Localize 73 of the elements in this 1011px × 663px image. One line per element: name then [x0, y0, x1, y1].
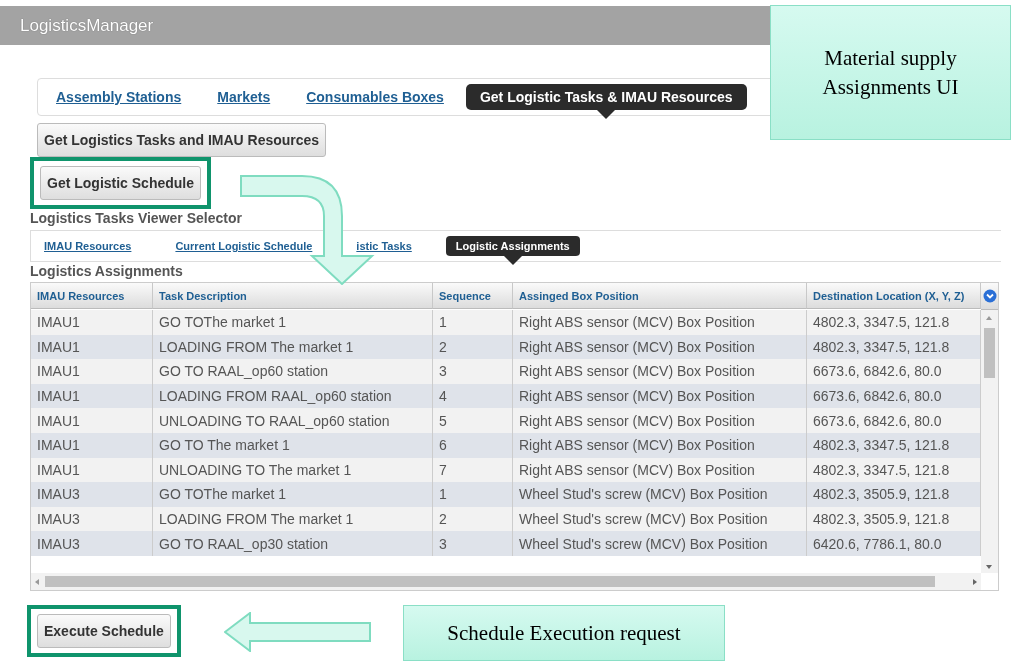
callout-note: Material supply Assignments UI [770, 5, 1011, 140]
tab[interactable]: Markets [217, 89, 271, 105]
tab-pointer [503, 256, 522, 265]
table-cell: IMAU1 [31, 359, 153, 384]
get-schedule-button[interactable]: Get Logistic Schedule [40, 166, 202, 200]
table-cell: GO TOThe market 1 [153, 482, 433, 507]
table-cell: LOADING FROM The market 1 [153, 506, 433, 532]
table-cell: 4802.3, 3347.5, 121.8 [807, 457, 981, 483]
table-cell: IMAU1 [31, 310, 153, 335]
table-cell: GO TO RAAL_op30 station [153, 531, 433, 556]
column-header[interactable]: IMAU Resources [31, 283, 153, 309]
column-header[interactable]: Sequence [433, 283, 513, 309]
table-cell: 3 [433, 531, 513, 556]
tab[interactable]: istic Tasks [356, 240, 412, 252]
execute-button[interactable]: Execute Schedule [37, 614, 171, 648]
table-cell: Right ABS sensor (MCV) Box Position [513, 432, 807, 458]
column-header[interactable]: Destination Location (X, Y, Z) [807, 283, 981, 309]
table-cell: LOADING FROM The market 1 [153, 334, 433, 360]
table-cell: 4802.3, 3347.5, 121.8 [807, 432, 981, 458]
table-cell: Right ABS sensor (MCV) Box Position [513, 359, 807, 384]
table-cell: IMAU1 [31, 457, 153, 483]
table-cell: GO TO RAAL_op60 station [153, 359, 433, 384]
table-cell: 4802.3, 3505.9, 121.8 [807, 482, 981, 507]
section-title: Logistics Tasks Viewer Selector [30, 210, 243, 226]
table-cell: Right ABS sensor (MCV) Box Position [513, 310, 807, 335]
tab[interactable]: Current Logistic Schedule [175, 240, 313, 252]
callout-note: Schedule Execution request [403, 605, 725, 661]
tab[interactable]: IMAU Resources [44, 240, 132, 252]
table-cell: 6673.6, 6842.6, 80.0 [807, 383, 981, 409]
table-cell: 4802.3, 3505.9, 121.8 [807, 506, 981, 532]
table-cell: IMAU1 [31, 334, 153, 360]
get-tasks-button[interactable]: Get Logistics Tasks and IMAU Resources [37, 123, 327, 157]
table-cell: 2 [433, 334, 513, 360]
table-cell: 6 [433, 432, 513, 458]
table-cell: 2 [433, 506, 513, 532]
table-cell: 5 [433, 408, 513, 433]
table-cell: 4802.3, 3347.5, 121.8 [807, 310, 981, 335]
column-header[interactable]: Assinged Box Position [513, 283, 807, 309]
table-cell: 7 [433, 457, 513, 483]
table-cell: IMAU3 [31, 506, 153, 532]
table-cell: GO TO The market 1 [153, 432, 433, 458]
horizontal-scrollbar[interactable] [31, 573, 981, 590]
table-cell: UNLOADING TO RAAL_op60 station [153, 408, 433, 433]
dropdown-icon[interactable] [982, 289, 997, 303]
table-cell: IMAU1 [31, 432, 153, 458]
table-cell: 1 [433, 310, 513, 335]
tab[interactable]: Assembly Stations [56, 89, 182, 105]
table-cell: LOADING FROM RAAL_op60 station [153, 383, 433, 409]
table-cell: Right ABS sensor (MCV) Box Position [513, 457, 807, 483]
table-cell: GO TOThe market 1 [153, 310, 433, 335]
tab-pointer [597, 110, 616, 119]
table-cell: IMAU3 [31, 482, 153, 507]
table-cell: 1 [433, 482, 513, 507]
table-cell: Right ABS sensor (MCV) Box Position [513, 383, 807, 409]
table-cell: Wheel Stud's screw (MCV) Box Position [513, 506, 807, 532]
table-cell: 6420.6, 7786.1, 80.0 [807, 531, 981, 556]
table-cell: 6673.6, 6842.6, 80.0 [807, 359, 981, 384]
table-cell: IMAU3 [31, 531, 153, 556]
table-cell: UNLOADING TO The market 1 [153, 457, 433, 483]
table-cell: IMAU1 [31, 408, 153, 433]
section-title: Logistics Assignments [30, 263, 184, 279]
vertical-scrollbar[interactable] [981, 310, 998, 573]
table-cell: Wheel Stud's screw (MCV) Box Position [513, 531, 807, 556]
tab[interactable]: Consumables Boxes [306, 89, 444, 105]
table-cell: Wheel Stud's screw (MCV) Box Position [513, 482, 807, 507]
table-cell: Right ABS sensor (MCV) Box Position [513, 408, 807, 433]
table-cell: Right ABS sensor (MCV) Box Position [513, 334, 807, 360]
table-cell: 4 [433, 383, 513, 409]
table-cell: 4802.3, 3347.5, 121.8 [807, 334, 981, 360]
column-header[interactable]: Task Description [153, 283, 433, 309]
table-cell: 6673.6, 6842.6, 80.0 [807, 408, 981, 433]
table-cell: 3 [433, 359, 513, 384]
table-cell: IMAU1 [31, 383, 153, 409]
